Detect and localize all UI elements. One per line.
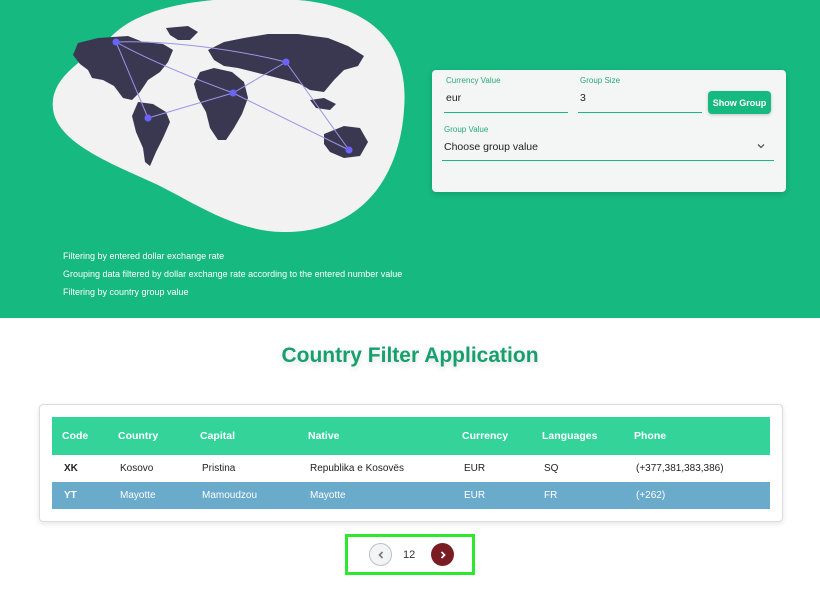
cell-native: Mayotte	[310, 490, 346, 501]
column-header-languages: Languages	[542, 430, 598, 442]
next-page-button[interactable]	[431, 543, 454, 566]
group-size-field[interactable]: Group Size 3	[578, 76, 702, 113]
chevron-left-icon	[377, 550, 383, 559]
previous-page-button[interactable]	[369, 543, 392, 566]
cell-languages: SQ	[544, 463, 559, 474]
chevron-right-icon	[440, 550, 446, 559]
column-header-country: Country	[118, 430, 159, 442]
cell-native: Republika e Kosovës	[310, 463, 404, 474]
column-header-phone: Phone	[634, 430, 667, 442]
currency-value-label: Currency Value	[446, 76, 501, 85]
feature-item: Grouping data filtered by dollar exchang…	[63, 269, 403, 279]
cell-currency: EUR	[464, 490, 486, 501]
group-size-input[interactable]: 3	[580, 92, 586, 104]
pagination: 12	[345, 534, 475, 575]
cell-currency: EUR	[464, 463, 486, 474]
table-row[interactable]: XK Kosovo Pristina Republika e Kosovës E…	[52, 455, 770, 482]
table-row[interactable]: YT Mayotte Mamoudzou Mayotte EUR FR (+26…	[52, 482, 770, 509]
group-size-label: Group Size	[580, 76, 621, 85]
column-header-code: Code	[62, 430, 89, 442]
group-value-selected: Choose group value	[444, 141, 538, 153]
chevron-down-icon	[757, 144, 765, 149]
feature-item: Filtering by entered dollar exchange rat…	[63, 251, 225, 261]
cell-languages: FR	[544, 490, 558, 501]
column-header-currency: Currency	[462, 430, 509, 442]
cell-country: Mayotte	[120, 490, 156, 501]
cell-phone: (+262)	[636, 490, 666, 501]
countries-table: Code Country Capital Native Currency Lan…	[39, 404, 783, 522]
cell-capital: Mamoudzou	[202, 490, 258, 501]
cell-code: YT	[64, 490, 77, 501]
hero-section: Filtering by entered dollar exchange rat…	[0, 0, 820, 318]
current-page-number: 12	[403, 549, 416, 561]
column-header-capital: Capital	[200, 430, 236, 442]
feature-list: Filtering by entered dollar exchange rat…	[63, 247, 402, 301]
table-header: Code Country Capital Native Currency Lan…	[52, 417, 770, 455]
feature-item: Filtering by country group value	[63, 287, 189, 297]
world-map-illustration	[52, 0, 405, 232]
group-value-select[interactable]: Group Value Choose group value	[442, 125, 774, 161]
cell-country: Kosovo	[120, 463, 154, 474]
cell-code: XK	[64, 463, 78, 474]
cell-capital: Pristina	[202, 463, 236, 474]
group-value-label: Group Value	[444, 125, 489, 134]
currency-value-input[interactable]: eur	[446, 92, 461, 104]
column-header-native: Native	[308, 430, 340, 442]
filter-form-card: Currency Value eur Group Size 3 Show Gro…	[432, 70, 786, 192]
show-group-button[interactable]: Show Group	[708, 91, 771, 114]
page-title: Country Filter Application	[281, 344, 539, 367]
currency-value-field[interactable]: Currency Value eur	[444, 76, 568, 113]
cell-phone: (+377,381,383,386)	[636, 463, 724, 474]
